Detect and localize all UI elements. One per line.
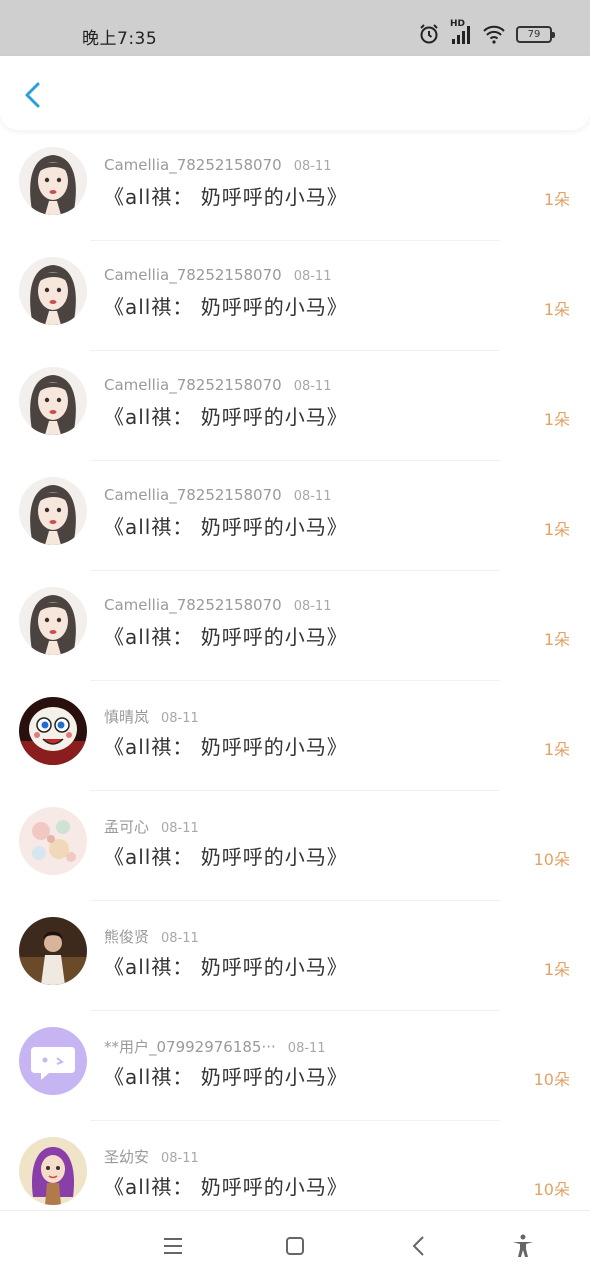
gift-count: 1朵 <box>543 960 570 979</box>
system-nav-bar <box>0 1210 590 1280</box>
list-item[interactable]: 孟可心 08-11 《all祺： 奶呼呼的小马》 10朵 <box>0 791 590 901</box>
avatar[interactable] <box>19 1137 87 1205</box>
list-item[interactable]: Camellia_78252158070 08-11 《all祺： 奶呼呼的小马》… <box>0 241 590 351</box>
date: 08-11 <box>161 711 199 726</box>
list-item[interactable]: Camellia_78252158070 08-11 《all祺： 奶呼呼的小马》… <box>0 461 590 571</box>
book-title: 《all祺： 奶呼呼的小马》 <box>104 735 348 759</box>
status-bar: 晚上7:35 HD 79 <box>0 0 590 56</box>
home-square-icon[interactable] <box>282 1233 308 1259</box>
username: 慎晴岚 <box>104 708 150 726</box>
item-meta: **用户_07992976185··· 08-11 <box>104 1036 326 1057</box>
gift-count: 10朵 <box>533 850 570 869</box>
username: **用户_07992976185··· <box>104 1038 276 1056</box>
username: 孟可心 <box>104 818 150 836</box>
list-item[interactable]: **用户_07992976185··· 08-11 《all祺： 奶呼呼的小马》 … <box>0 1011 590 1121</box>
item-meta: Camellia_78252158070 08-11 <box>104 596 331 614</box>
date: 08-11 <box>161 821 199 836</box>
wifi-icon <box>482 24 506 44</box>
gift-count: 1朵 <box>543 520 570 539</box>
status-icons: HD 79 <box>418 19 555 46</box>
date: 08-11 <box>293 599 332 614</box>
username: Camellia_78252158070 <box>104 266 282 284</box>
item-meta: Camellia_78252158070 08-11 <box>104 376 331 394</box>
username: Camellia_78252158070 <box>104 376 282 394</box>
book-title: 《all祺： 奶呼呼的小马》 <box>104 625 348 649</box>
gift-count: 1朵 <box>543 190 570 209</box>
item-meta: 圣幼安 08-11 <box>104 1146 199 1167</box>
item-meta: 孟可心 08-11 <box>104 816 199 837</box>
gift-count: 1朵 <box>543 740 570 759</box>
book-title: 《all祺： 奶呼呼的小马》 <box>104 1065 348 1089</box>
back-triangle-icon[interactable] <box>406 1233 432 1259</box>
avatar[interactable] <box>19 697 87 765</box>
signal-icon: HD <box>450 19 472 45</box>
app-header <box>0 56 590 130</box>
avatar[interactable] <box>19 807 87 875</box>
gift-count: 10朵 <box>533 1070 570 1089</box>
username: 熊俊贤 <box>104 928 150 946</box>
item-meta: Camellia_78252158070 08-11 <box>104 266 331 284</box>
book-title: 《all祺： 奶呼呼的小马》 <box>104 295 348 319</box>
date: 08-11 <box>293 159 332 174</box>
book-title: 《all祺： 奶呼呼的小马》 <box>104 1175 348 1199</box>
item-meta: 熊俊贤 08-11 <box>104 926 199 947</box>
list-item[interactable]: Camellia_78252158070 08-11 《all祺： 奶呼呼的小马》… <box>0 571 590 681</box>
gift-count: 10朵 <box>533 1180 570 1199</box>
book-title: 《all祺： 奶呼呼的小马》 <box>104 405 348 429</box>
avatar[interactable] <box>19 367 87 435</box>
status-time: 晚上7:35 <box>82 29 158 49</box>
avatar[interactable] <box>19 1027 87 1095</box>
gift-list: Camellia_78252158070 08-11 《all祺： 奶呼呼的小马》… <box>0 131 590 1231</box>
date: 08-11 <box>161 931 199 946</box>
avatar[interactable] <box>19 147 87 215</box>
book-title: 《all祺： 奶呼呼的小马》 <box>104 515 348 539</box>
avatar[interactable] <box>19 257 87 325</box>
menu-icon[interactable] <box>160 1233 186 1259</box>
gift-count: 1朵 <box>543 300 570 319</box>
avatar[interactable] <box>19 477 87 545</box>
username: Camellia_78252158070 <box>104 596 282 614</box>
accessibility-icon[interactable] <box>510 1233 536 1259</box>
date: 08-11 <box>287 1041 326 1056</box>
network-type-label: HD <box>450 19 466 29</box>
date: 08-11 <box>161 1151 199 1166</box>
back-button[interactable] <box>16 78 50 112</box>
date: 08-11 <box>293 489 332 504</box>
date: 08-11 <box>293 379 332 394</box>
list-item[interactable]: 熊俊贤 08-11 《all祺： 奶呼呼的小马》 1朵 <box>0 901 590 1011</box>
avatar[interactable] <box>19 917 87 985</box>
gift-count: 1朵 <box>543 410 570 429</box>
list-item[interactable]: Camellia_78252158070 08-11 《all祺： 奶呼呼的小马》… <box>0 351 590 461</box>
username: 圣幼安 <box>104 1148 150 1166</box>
gift-count: 1朵 <box>543 630 570 649</box>
book-title: 《all祺： 奶呼呼的小马》 <box>104 955 348 979</box>
date: 08-11 <box>293 269 332 284</box>
list-item[interactable]: Camellia_78252158070 08-11 《all祺： 奶呼呼的小马》… <box>0 131 590 241</box>
book-title: 《all祺： 奶呼呼的小马》 <box>104 845 348 869</box>
list-item[interactable]: 慎晴岚 08-11 《all祺： 奶呼呼的小马》 1朵 <box>0 681 590 791</box>
item-meta: Camellia_78252158070 08-11 <box>104 486 331 504</box>
chevron-left-icon <box>25 82 40 108</box>
username: Camellia_78252158070 <box>104 486 282 504</box>
item-meta: 慎晴岚 08-11 <box>104 706 199 727</box>
item-meta: Camellia_78252158070 08-11 <box>104 156 331 174</box>
avatar[interactable] <box>19 587 87 655</box>
alarm-icon <box>418 23 440 45</box>
battery-icon: 79 <box>516 25 555 43</box>
book-title: 《all祺： 奶呼呼的小马》 <box>104 185 348 209</box>
username: Camellia_78252158070 <box>104 156 282 174</box>
